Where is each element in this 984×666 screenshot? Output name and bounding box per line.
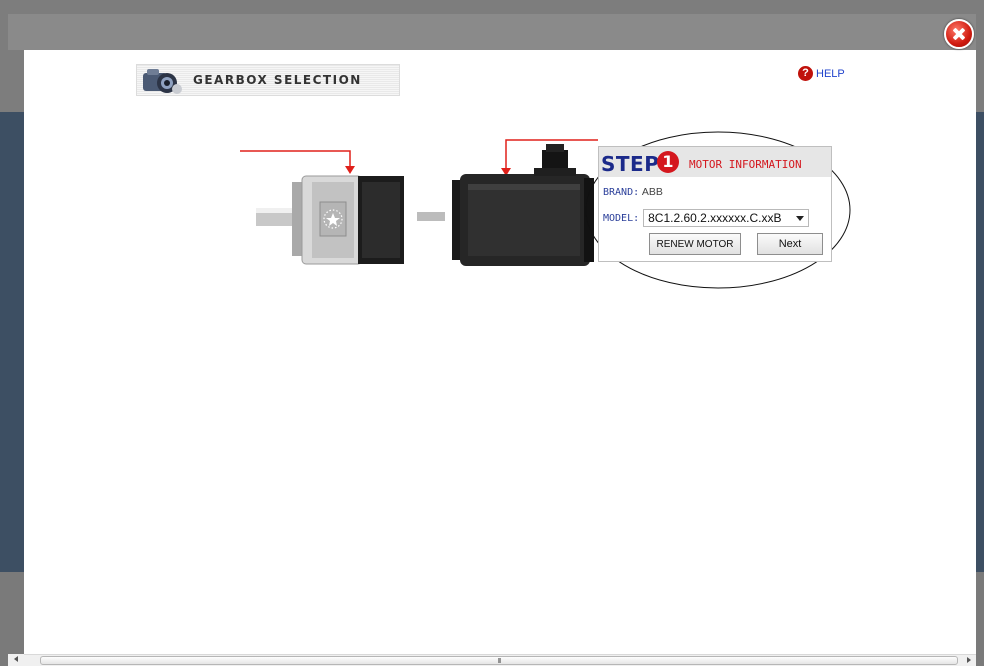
gearbox-image	[256, 175, 404, 265]
step-number-badge: 1	[657, 151, 679, 173]
renew-motor-button[interactable]: RENEW MOTOR	[649, 233, 741, 255]
gearbox-motor-illustration	[240, 131, 851, 289]
gearbox-pointer-arrow	[240, 150, 355, 174]
motor-image	[452, 144, 594, 266]
model-select-value: 8C1.2.60.2.xxxxxx.C.xxB	[648, 211, 782, 225]
scrollbar-corner	[8, 654, 24, 666]
next-button[interactable]: Next	[757, 233, 823, 255]
model-select[interactable]: 8C1.2.60.2.xxxxxx.C.xxB	[643, 209, 810, 227]
brand-row: BRAND: ABB	[603, 186, 663, 198]
step-title: MOTOR INFORMATION	[689, 158, 802, 171]
model-row: MODEL: 8C1.2.60.2.xxxxxx.C.xxB	[603, 209, 810, 227]
step-header: STEP 1 MOTOR INFORMATION	[599, 147, 831, 177]
horizontal-scrollbar[interactable]: III	[24, 654, 976, 666]
scroll-left-icon[interactable]	[14, 656, 18, 662]
chevron-down-icon	[796, 215, 805, 221]
scroll-right-icon[interactable]	[967, 657, 971, 663]
modal-header-bar	[8, 14, 976, 50]
step-word: STEP	[601, 152, 660, 176]
scrollbar-grip: III	[497, 658, 502, 665]
brand-value: ABB	[641, 186, 663, 198]
model-label: MODEL:	[603, 212, 640, 224]
gearbox-selection-modal: GEARBOX SELECTION ? HELP STEP 1 MOTOR IN…	[24, 50, 976, 654]
step-panel: STEP 1 MOTOR INFORMATION BRAND: ABB MODE…	[598, 146, 832, 262]
close-icon[interactable]	[944, 19, 974, 49]
scrollbar-thumb[interactable]: III	[40, 656, 958, 665]
coupling-shaft	[417, 212, 445, 221]
brand-label: BRAND:	[603, 187, 640, 198]
